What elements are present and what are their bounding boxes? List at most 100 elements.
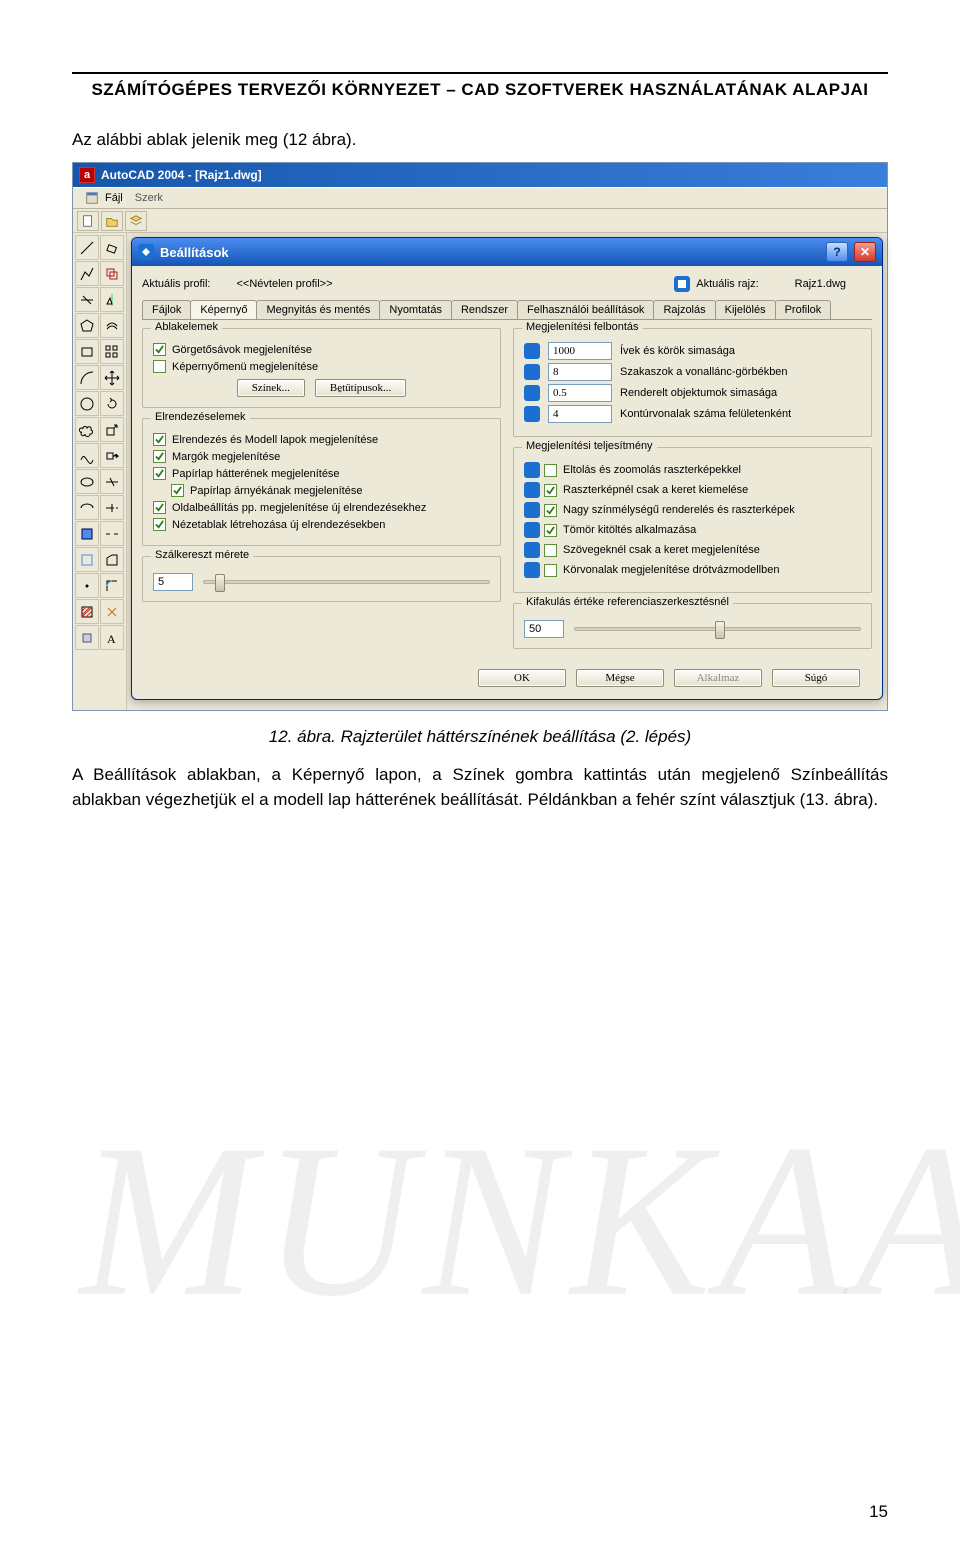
chk-layout2-label: Margók megjelenítése bbox=[172, 451, 280, 463]
tab-strip: Fájlok Képernyő Megnyitás és mentés Nyom… bbox=[142, 300, 872, 320]
region-icon bbox=[75, 625, 99, 650]
insert-block-icon bbox=[75, 521, 99, 546]
tab-kijeloles[interactable]: Kijelölés bbox=[715, 300, 776, 319]
acad-window-title: AutoCAD 2004 - [Rajz1.dwg] bbox=[101, 168, 262, 182]
group-crosshair: Szálkereszt mérete 5 bbox=[142, 556, 501, 602]
array-icon bbox=[100, 339, 124, 364]
window-close-button[interactable]: ✕ bbox=[854, 242, 876, 262]
erase-icon bbox=[100, 235, 124, 260]
group-resolution: Megjelenítési felbontás 1000Ívek és körö… bbox=[513, 328, 872, 437]
dialog-titlebar: Beállítások ? ✕ bbox=[132, 238, 882, 266]
chk-layout2[interactable] bbox=[153, 450, 166, 463]
dialog-app-icon bbox=[138, 244, 154, 260]
fade-slider-thumb[interactable] bbox=[715, 621, 725, 639]
menubar-file-label: Fájl bbox=[105, 192, 123, 204]
help-button[interactable]: Súgó bbox=[772, 669, 860, 687]
intro-text: Az alábbi ablak jelenik meg (12 ábra). bbox=[72, 130, 888, 150]
group-resolution-title: Megjelenítési felbontás bbox=[522, 321, 643, 333]
res-input-4[interactable]: 4 bbox=[548, 405, 612, 423]
group-window-elements-title: Ablakelemek bbox=[151, 321, 222, 333]
fonts-button[interactable]: Be̱tűtípusok... bbox=[315, 379, 406, 397]
chk-layout6-label: Nézetablak létrehozása új elrendezésekbe… bbox=[172, 519, 385, 531]
break-icon bbox=[100, 521, 124, 546]
svg-text:A: A bbox=[107, 632, 116, 646]
extend-icon bbox=[100, 495, 124, 520]
chk-layout4[interactable] bbox=[171, 484, 184, 497]
res-input-1[interactable]: 1000 bbox=[548, 342, 612, 360]
res-icon-3 bbox=[524, 385, 540, 401]
chk-perf3[interactable] bbox=[544, 504, 557, 517]
chamfer-icon bbox=[100, 547, 124, 572]
chk-layout1[interactable] bbox=[153, 433, 166, 446]
page-number: 15 bbox=[869, 1502, 888, 1522]
chk-layout5[interactable] bbox=[153, 501, 166, 514]
chk-layout6[interactable] bbox=[153, 518, 166, 531]
figure-caption: 12. ábra. Rajzterület háttérszínének beá… bbox=[72, 727, 888, 747]
apply-button[interactable]: Alkalmaz bbox=[674, 669, 762, 687]
res-icon-1 bbox=[524, 343, 540, 359]
chk-perf1[interactable] bbox=[544, 464, 557, 477]
chk-screenmenu[interactable] bbox=[153, 360, 166, 373]
crosshair-slider[interactable] bbox=[203, 580, 490, 584]
chk-perf4[interactable] bbox=[544, 524, 557, 537]
res-icon-2 bbox=[524, 364, 540, 380]
chk-layout3[interactable] bbox=[153, 467, 166, 480]
chk-perf4-label: Tömör kitöltés alkalmazása bbox=[563, 524, 696, 536]
chk-perf2[interactable] bbox=[544, 484, 557, 497]
res-input-2[interactable]: 8 bbox=[548, 363, 612, 381]
offset-icon bbox=[100, 313, 124, 338]
stretch-icon bbox=[100, 443, 124, 468]
fade-input[interactable]: 50 bbox=[524, 620, 564, 638]
acad-toolbar bbox=[73, 209, 887, 233]
perf-icon-2 bbox=[524, 482, 540, 498]
active-drawing-label: Aktuális rajz: bbox=[696, 278, 758, 290]
colors-button[interactable]: Színek... bbox=[237, 379, 305, 397]
tab-profilok[interactable]: Profilok bbox=[775, 300, 832, 319]
tab-megnyitas[interactable]: Megnyitás és mentés bbox=[256, 300, 380, 319]
tab-nyomtatas[interactable]: Nyomtatás bbox=[379, 300, 452, 319]
cancel-button[interactable]: Mégse bbox=[576, 669, 664, 687]
watermark-text: MUNKAA bbox=[80, 1096, 960, 1347]
window-help-button[interactable]: ? bbox=[826, 242, 848, 262]
crosshair-input[interactable]: 5 bbox=[153, 573, 193, 591]
ok-button[interactable]: OK bbox=[478, 669, 566, 687]
active-drawing-value: Rajz1.dwg bbox=[795, 278, 846, 290]
tab-kepernyo[interactable]: Képernyő bbox=[190, 300, 257, 320]
res-label-1: Ívek és körök simasága bbox=[620, 345, 861, 357]
ellipse-arc-icon bbox=[75, 495, 99, 520]
tab-felhasznaloi[interactable]: Felhasználói beállítások bbox=[517, 300, 654, 319]
perf-icon-3 bbox=[524, 502, 540, 518]
group-crosshair-title: Szálkereszt mérete bbox=[151, 549, 253, 561]
toolbar-open-icon bbox=[101, 211, 123, 231]
tab-fajlok[interactable]: Fájlok bbox=[142, 300, 191, 319]
res-input-3[interactable]: 0.5 bbox=[548, 384, 612, 402]
menubar-szerk-label: Szerk bbox=[135, 192, 163, 204]
chk-scrollbars-label: Görgetősávok megjelenítése bbox=[172, 344, 312, 356]
tool-palette: A bbox=[73, 233, 127, 710]
group-fade-title: Kifakulás értéke referenciaszerkesztésné… bbox=[522, 596, 733, 608]
group-fade: Kifakulás értéke referenciaszerkesztésné… bbox=[513, 603, 872, 649]
crosshair-slider-thumb[interactable] bbox=[215, 574, 225, 592]
perf-icon-6 bbox=[524, 562, 540, 578]
hatch-icon bbox=[75, 599, 99, 624]
group-layout-title: Elrendezéselemek bbox=[151, 411, 250, 423]
chk-scrollbars[interactable] bbox=[153, 343, 166, 356]
text-A-icon: A bbox=[100, 625, 124, 650]
chk-perf5[interactable] bbox=[544, 544, 557, 557]
construction-line-icon bbox=[75, 287, 99, 312]
group-window-elements: Ablakelemek Görgetősávok megjelenítése K… bbox=[142, 328, 501, 408]
header-rule bbox=[72, 72, 888, 74]
res-icon-4 bbox=[524, 406, 540, 422]
screenshot-figure: a AutoCAD 2004 - [Rajz1.dwg] Fájl Szerk bbox=[72, 162, 888, 711]
after-text: A Beállítások ablakban, a Képernyő lapon… bbox=[72, 763, 888, 812]
rectangle-icon bbox=[75, 339, 99, 364]
fade-slider[interactable] bbox=[574, 627, 861, 631]
perf-icon-5 bbox=[524, 542, 540, 558]
chk-layout3-label: Papírlap hátterének megjelenítése bbox=[172, 468, 340, 480]
chk-perf6[interactable] bbox=[544, 564, 557, 577]
mirror-icon bbox=[100, 287, 124, 312]
tab-rajzolas[interactable]: Rajzolás bbox=[653, 300, 715, 319]
spline-icon bbox=[75, 443, 99, 468]
tab-rendszer[interactable]: Rendszer bbox=[451, 300, 518, 319]
dialog-title-text: Beállítások bbox=[160, 245, 229, 260]
